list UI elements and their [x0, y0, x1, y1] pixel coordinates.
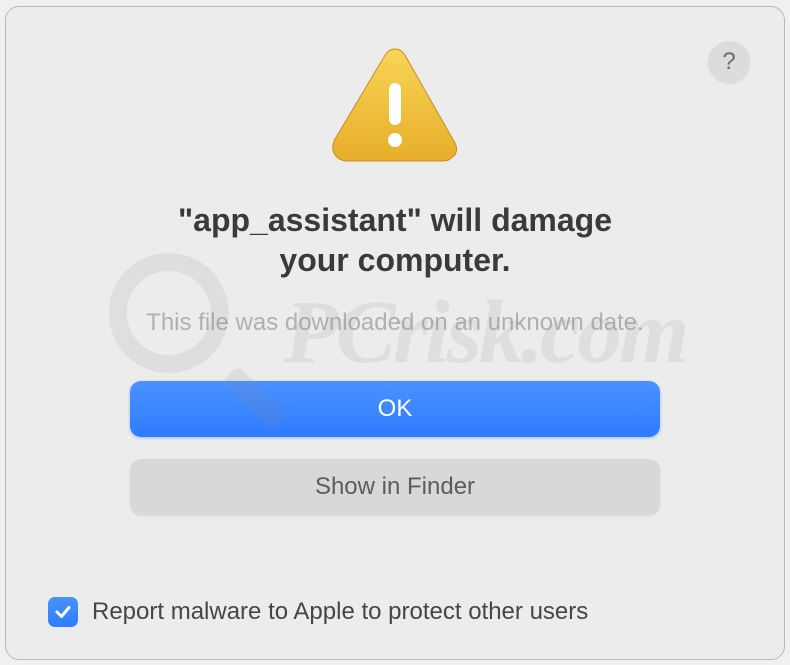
checkmark-icon	[53, 602, 73, 622]
help-icon: ?	[722, 48, 735, 76]
title-line-1: "app_assistant" will damage	[178, 202, 612, 238]
report-malware-label: Report malware to Apple to protect other…	[92, 598, 588, 626]
dialog-subtitle: This file was downloaded on an unknown d…	[146, 309, 644, 337]
gatekeeper-warning-dialog: PCrisk.com ? "app_assistant" will damage…	[5, 6, 785, 660]
ok-button-label: OK	[378, 395, 413, 423]
report-malware-checkbox-row[interactable]: Report malware to Apple to protect other…	[48, 597, 588, 627]
show-in-finder-label: Show in Finder	[315, 473, 475, 501]
title-line-2: your computer.	[279, 242, 510, 278]
report-malware-checkbox[interactable]	[48, 597, 78, 627]
dialog-title: "app_assistant" will damage your compute…	[178, 200, 612, 282]
help-button[interactable]: ?	[708, 41, 750, 83]
ok-button[interactable]: OK	[130, 381, 660, 437]
show-in-finder-button[interactable]: Show in Finder	[130, 459, 660, 515]
warning-icon	[330, 45, 460, 170]
